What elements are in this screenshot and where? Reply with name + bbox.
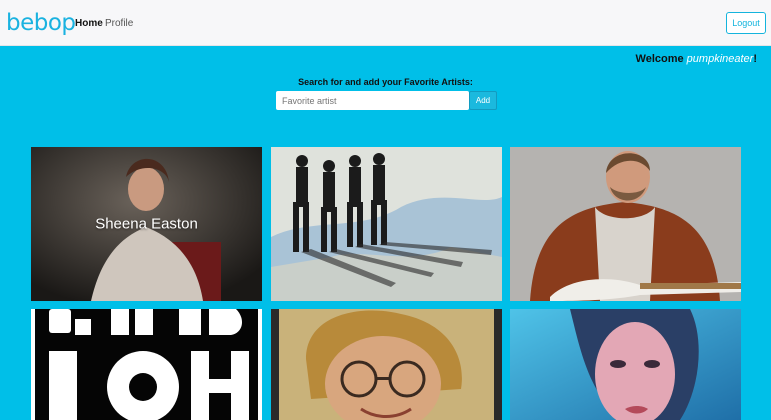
artist-card[interactable] bbox=[271, 147, 502, 301]
artist-search-input[interactable] bbox=[276, 91, 469, 110]
artist-photo bbox=[510, 309, 741, 420]
welcome-suffix: ! bbox=[753, 53, 757, 65]
artist-photo bbox=[271, 147, 502, 301]
logout-button[interactable]: Logout bbox=[726, 12, 766, 34]
artist-photo bbox=[271, 309, 502, 420]
welcome-username: pumpkineater bbox=[686, 53, 754, 65]
artist-photo bbox=[510, 147, 741, 301]
brand-logo[interactable]: bebop bbox=[6, 10, 76, 36]
artist-card[interactable] bbox=[31, 309, 262, 420]
nav-link-home[interactable]: Home bbox=[75, 18, 103, 29]
artist-name: Sheena Easton bbox=[95, 215, 198, 233]
nav-link-profile[interactable]: Profile bbox=[105, 18, 133, 29]
artist-card[interactable] bbox=[510, 147, 741, 301]
artist-photo bbox=[31, 309, 262, 420]
artist-card[interactable] bbox=[271, 309, 502, 420]
artist-card[interactable] bbox=[510, 309, 741, 420]
welcome-prefix: Welcome bbox=[635, 53, 684, 65]
navbar: bebop Home Profile Logout bbox=[0, 0, 771, 46]
artist-card[interactable]: Sheena Easton bbox=[31, 147, 262, 301]
welcome-message: Welcome pumpkineater! bbox=[636, 53, 757, 65]
search-label: Search for and add your Favorite Artists… bbox=[298, 77, 473, 87]
add-artist-button[interactable]: Add bbox=[469, 91, 497, 110]
